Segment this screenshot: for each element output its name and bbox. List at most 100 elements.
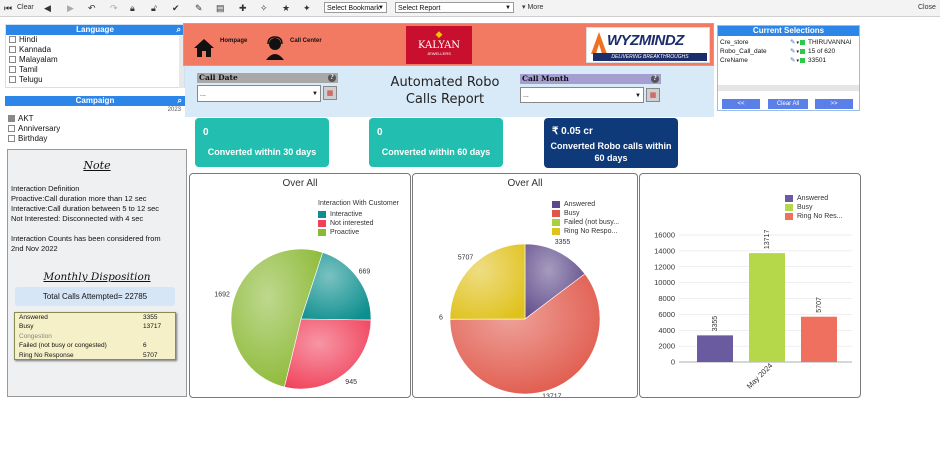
help-icon[interactable]: ? xyxy=(328,74,336,82)
clear-all-button[interactable]: Clear All xyxy=(768,99,808,109)
calendar-icon[interactable]: ▦ xyxy=(323,86,337,100)
language-title-text: Language xyxy=(76,25,114,34)
checkbox[interactable] xyxy=(9,76,16,84)
disposition-table: Answered 3355 Busy 13717 Congestion Failed (n… xyxy=(14,312,176,360)
row-label: Congestion xyxy=(19,332,52,340)
checkbox[interactable] xyxy=(9,46,16,54)
clear-button[interactable]: Clear xyxy=(17,2,34,14)
call-center-link[interactable]: Call Center xyxy=(290,38,322,44)
kpi-label-line1: Converted Robo calls within xyxy=(550,141,672,151)
list-item[interactable]: Tamil xyxy=(6,65,184,75)
checkbox[interactable] xyxy=(9,66,16,74)
selection-rows: Cre_store ✎▾ THIRUVANNAI Robo_Call_date ✎▾ 15… xyxy=(718,38,859,65)
kpi-converted-30: 0 Converted within 30 days xyxy=(195,118,329,167)
note-line: Interaction Counts has been considered f… xyxy=(11,234,161,243)
row-label: Failed (not busy or congested) xyxy=(19,342,107,350)
y-tick-label: 8000 xyxy=(658,294,675,303)
interaction-pie: 669 945 1692 xyxy=(214,248,372,390)
star-add-icon[interactable]: ✦ xyxy=(303,2,311,14)
more-button[interactable]: ▾ More xyxy=(522,2,543,14)
selection-value: 15 of 620 xyxy=(807,48,836,55)
back-icon[interactable]: ◀ xyxy=(44,2,51,14)
pie-data-label: 669 xyxy=(359,269,371,276)
edit-icon[interactable]: ✎ xyxy=(790,48,795,55)
bookmark-select-value: Select Bookmark xyxy=(327,5,380,12)
calendar-icon[interactable]: ▦ xyxy=(646,88,660,102)
note-text: Interaction Definition Proactive:Call dur… xyxy=(11,184,186,254)
table-row: Congestion xyxy=(15,332,175,341)
home-icon[interactable] xyxy=(192,37,216,59)
homepage-link[interactable]: Hompage xyxy=(220,38,247,44)
status-square-icon xyxy=(799,39,805,45)
language-list: Hindi Kannada Malayalam Tamil Telugu xyxy=(6,35,184,85)
list-item[interactable]: Telugu xyxy=(6,75,184,85)
scrollbar[interactable] xyxy=(718,85,859,91)
row-value: 6 xyxy=(143,342,147,350)
report-select[interactable]: Select Report ▼ xyxy=(395,2,514,13)
check-icon[interactable]: ✔ xyxy=(172,2,180,14)
list-item[interactable]: Kannada xyxy=(6,45,184,55)
prev-selection-button[interactable]: << xyxy=(722,99,760,109)
chevron-down-icon[interactable]: ▾ xyxy=(796,58,799,64)
forward-icon[interactable]: ▶ xyxy=(67,2,74,14)
first-page-icon[interactable]: ⏮ xyxy=(4,2,12,14)
list-item[interactable]: Malayalam xyxy=(6,55,184,65)
chevron-down-icon: ▼ xyxy=(378,5,384,11)
call-month-input[interactable]: ... ▼ xyxy=(520,87,644,103)
list-item[interactable]: Anniversary xyxy=(5,124,185,134)
more-label: More xyxy=(527,4,544,11)
help-icon[interactable]: ? xyxy=(651,75,659,83)
search-icon[interactable]: ⌕ xyxy=(177,25,181,35)
chevron-down-icon[interactable]: ▾ xyxy=(796,40,799,46)
call-date-input[interactable]: ... ▼ xyxy=(197,85,321,102)
wyz-logo-text: WYZMINDZ xyxy=(607,32,684,49)
campaign-panel-title: Campaign ⌕ xyxy=(5,96,185,106)
list-item[interactable]: AKT xyxy=(5,114,185,124)
list-item[interactable]: Birthday xyxy=(5,134,185,144)
search-icon[interactable]: ⌕ xyxy=(178,96,182,106)
chevron-down-icon: ▼ xyxy=(505,5,511,11)
report-title-line2: Calls Report xyxy=(405,92,485,107)
y-tick-label: 2000 xyxy=(658,342,675,351)
lock-icon[interactable]: 🔒︎ xyxy=(130,2,135,14)
y-tick-label: 0 xyxy=(671,358,675,367)
note-line: 2nd Nov 2022 xyxy=(11,244,58,253)
call-center-icon[interactable] xyxy=(264,36,286,60)
chevron-down-icon[interactable]: ▼ xyxy=(312,86,318,103)
selection-row: Cre_store ✎▾ THIRUVANNAI xyxy=(718,38,859,47)
table-row: Answered 3355 xyxy=(15,313,175,322)
checkbox[interactable] xyxy=(8,125,15,133)
star-icon[interactable]: ★ xyxy=(282,2,290,14)
close-button[interactable]: Close xyxy=(918,2,936,14)
undo-icon[interactable]: ↶ xyxy=(88,2,96,14)
edit-icon[interactable]: ✎ xyxy=(195,2,203,14)
row-label: Busy xyxy=(19,323,34,331)
wyz-mark-icon xyxy=(591,32,607,54)
edit-icon[interactable]: ✎ xyxy=(790,39,795,46)
unlock-icon[interactable]: 🔓︎ xyxy=(151,2,157,14)
list-item-label: Birthday xyxy=(18,134,48,143)
pie-data-label: 1692 xyxy=(214,292,230,299)
bar[interactable] xyxy=(697,335,733,362)
redo-icon[interactable]: ↷ xyxy=(110,2,118,14)
note-icon[interactable]: ▤ xyxy=(216,2,225,14)
next-selection-button[interactable]: >> xyxy=(815,99,853,109)
checkbox[interactable] xyxy=(8,115,15,123)
selection-row: Robo_Call_date ✎▾ 15 of 620 xyxy=(718,47,859,56)
bookmark-select[interactable]: Select Bookmark ▼ xyxy=(324,2,387,13)
checkbox[interactable] xyxy=(8,135,15,143)
bar[interactable] xyxy=(749,253,785,362)
bar[interactable] xyxy=(801,316,837,362)
add-icon[interactable]: ✚ xyxy=(239,2,247,14)
checkbox[interactable] xyxy=(9,36,16,44)
edit-icon[interactable]: ✎ xyxy=(790,57,795,64)
checkbox[interactable] xyxy=(9,56,16,64)
list-item[interactable]: Hindi xyxy=(6,35,184,45)
magic-icon[interactable]: ✧ xyxy=(260,2,268,14)
row-value: 3355 xyxy=(143,314,158,321)
y-tick-label: 10000 xyxy=(654,278,675,287)
chevron-down-icon[interactable]: ▾ xyxy=(796,49,799,55)
chevron-down-icon[interactable]: ▼ xyxy=(635,88,641,104)
list-item-label: Tamil xyxy=(19,65,38,74)
row-value: 13717 xyxy=(143,323,162,331)
